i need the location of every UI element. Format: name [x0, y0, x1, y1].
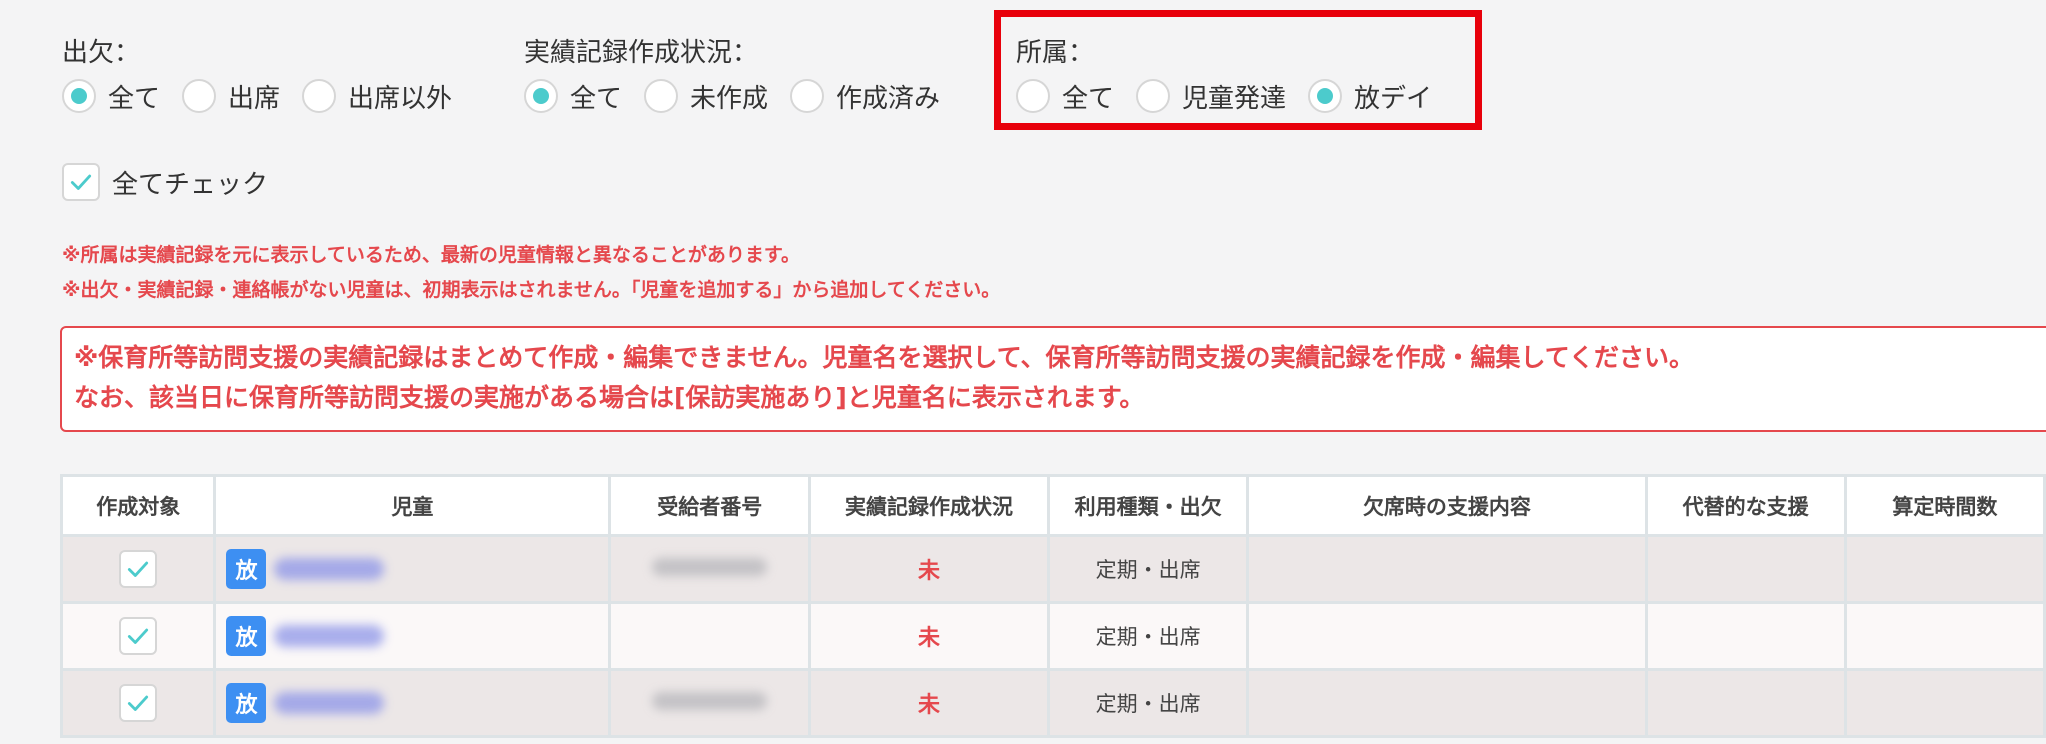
- absence-support-cell: [1246, 668, 1648, 738]
- attendance-filter: 出欠： 全て 出席 出席以外: [62, 36, 474, 116]
- child-cell: 放: [213, 601, 612, 671]
- usage-attendance-cell: 定期・出席: [1047, 534, 1250, 604]
- record-status-cell: 未: [808, 601, 1051, 671]
- highlight-annotation-box: [994, 10, 1482, 130]
- table-row[interactable]: 放 未 定期・出席: [59, 601, 2046, 671]
- attendance-option-all[interactable]: 全て: [62, 78, 160, 115]
- calculated-hours-cell: [1843, 534, 2046, 604]
- radio-button[interactable]: [302, 79, 337, 113]
- calculated-hours-cell: [1843, 601, 2046, 671]
- check-all-checkbox[interactable]: [62, 163, 100, 201]
- record-status-filter: 実績記録作成状況： 全て 未作成 作成済み: [524, 36, 962, 116]
- record-status-value: 未: [918, 626, 941, 651]
- radio-label: 出席: [228, 83, 281, 114]
- check-all-label: 全てチェック: [112, 169, 269, 200]
- radio-button[interactable]: [524, 79, 558, 113]
- target-cell: [59, 534, 217, 604]
- radio-label: 作成済み: [836, 83, 941, 114]
- radio-button[interactable]: [644, 79, 679, 113]
- record-status-option-all[interactable]: 全て: [524, 78, 622, 115]
- column-header: 受給者番号: [608, 474, 812, 537]
- recipient-number-cell: [608, 534, 812, 604]
- note-affiliation: ※所属は実績記録を元に表示しているため、最新の児童情報と異なることがあります。: [62, 244, 801, 266]
- attendance-option-present[interactable]: 出席: [182, 78, 280, 115]
- checkmark-icon: [128, 695, 149, 711]
- column-header: 欠席時の支援内容: [1246, 474, 1648, 537]
- radio-button[interactable]: [790, 79, 825, 113]
- record-status-value: 未: [918, 559, 941, 584]
- radio-label: 未作成: [690, 83, 769, 114]
- child-name-link[interactable]: [274, 692, 385, 714]
- radio-label: 出席以外: [348, 83, 453, 114]
- alternative-support-cell: [1644, 534, 1847, 604]
- children-table: 作成対象 児童 受給者番号 実績記録作成状況 利用種類・出欠 欠席時の支援内容 …: [59, 474, 2046, 738]
- column-header: 代替的な支援: [1644, 474, 1847, 537]
- record-status-value: 未: [918, 693, 941, 718]
- checkmark-icon: [128, 561, 149, 577]
- notice-line-2: なお、該当日に保育所等訪問支援の実施がある場合は[保訪実施あり]と児童名に表示さ…: [74, 383, 1145, 412]
- absence-support-cell: [1246, 534, 1648, 604]
- radio-label: 全て: [108, 83, 161, 114]
- notice-line-1: ※保育所等訪問支援の実績記録はまとめて作成・編集できません。児童名を選択して、保…: [74, 343, 1695, 372]
- check-all-toggle[interactable]: 全てチェック: [62, 163, 268, 201]
- child-cell: 放: [213, 534, 612, 604]
- affiliation-badge: 放: [226, 616, 267, 656]
- table-row[interactable]: 放 未 定期・出席: [59, 534, 2046, 604]
- alternative-support-cell: [1644, 601, 1847, 671]
- recipient-number: [652, 692, 768, 710]
- note-initial-display: ※出欠・実績記録・連絡帳がない児童は、初期表示はされません。「児童を追加する」か…: [62, 279, 1001, 301]
- row-checkbox[interactable]: [119, 684, 158, 722]
- column-header: 算定時間数: [1843, 474, 2046, 537]
- record-status-cell: 未: [808, 534, 1051, 604]
- record-status-filter-title: 実績記録作成状況：: [524, 38, 759, 68]
- notice-box: ※保育所等訪問支援の実績記録はまとめて作成・編集できません。児童名を選択して、保…: [60, 326, 2046, 432]
- absence-support-cell: [1246, 601, 1648, 671]
- target-cell: [59, 668, 217, 738]
- record-status-option-not-created[interactable]: 未作成: [644, 78, 768, 115]
- checkmark-icon: [128, 628, 149, 644]
- record-status-option-created[interactable]: 作成済み: [790, 78, 940, 115]
- recipient-number-cell: [608, 668, 812, 738]
- usage-attendance-cell: 定期・出席: [1047, 601, 1250, 671]
- row-checkbox[interactable]: [119, 617, 158, 655]
- affiliation-badge: 放: [226, 549, 267, 589]
- recipient-number-cell: [608, 601, 812, 671]
- radio-button[interactable]: [182, 79, 217, 113]
- target-cell: [59, 601, 217, 671]
- table-header-row: 作成対象 児童 受給者番号 実績記録作成状況 利用種類・出欠 欠席時の支援内容 …: [59, 474, 2046, 537]
- usage-attendance-cell: 定期・出席: [1047, 668, 1250, 738]
- table-row[interactable]: 放 未 定期・出席: [59, 668, 2046, 738]
- attendance-option-other[interactable]: 出席以外: [302, 78, 452, 115]
- column-header: 利用種類・出欠: [1047, 474, 1250, 537]
- child-name-link[interactable]: [274, 558, 385, 580]
- calculated-hours-cell: [1843, 668, 2046, 738]
- checkmark-icon: [70, 174, 92, 190]
- column-header: 児童: [213, 474, 612, 537]
- affiliation-badge: 放: [226, 683, 267, 723]
- record-status-cell: 未: [808, 668, 1051, 738]
- radio-button[interactable]: [62, 79, 96, 113]
- radio-label: 全て: [570, 83, 623, 114]
- row-checkbox[interactable]: [119, 550, 158, 588]
- attendance-filter-title: 出欠：: [62, 38, 141, 68]
- recipient-number: [652, 558, 768, 576]
- column-header: 実績記録作成状況: [808, 474, 1051, 537]
- alternative-support-cell: [1644, 668, 1847, 738]
- column-header: 作成対象: [59, 474, 217, 537]
- child-name-link[interactable]: [274, 625, 385, 647]
- child-cell: 放: [213, 668, 612, 738]
